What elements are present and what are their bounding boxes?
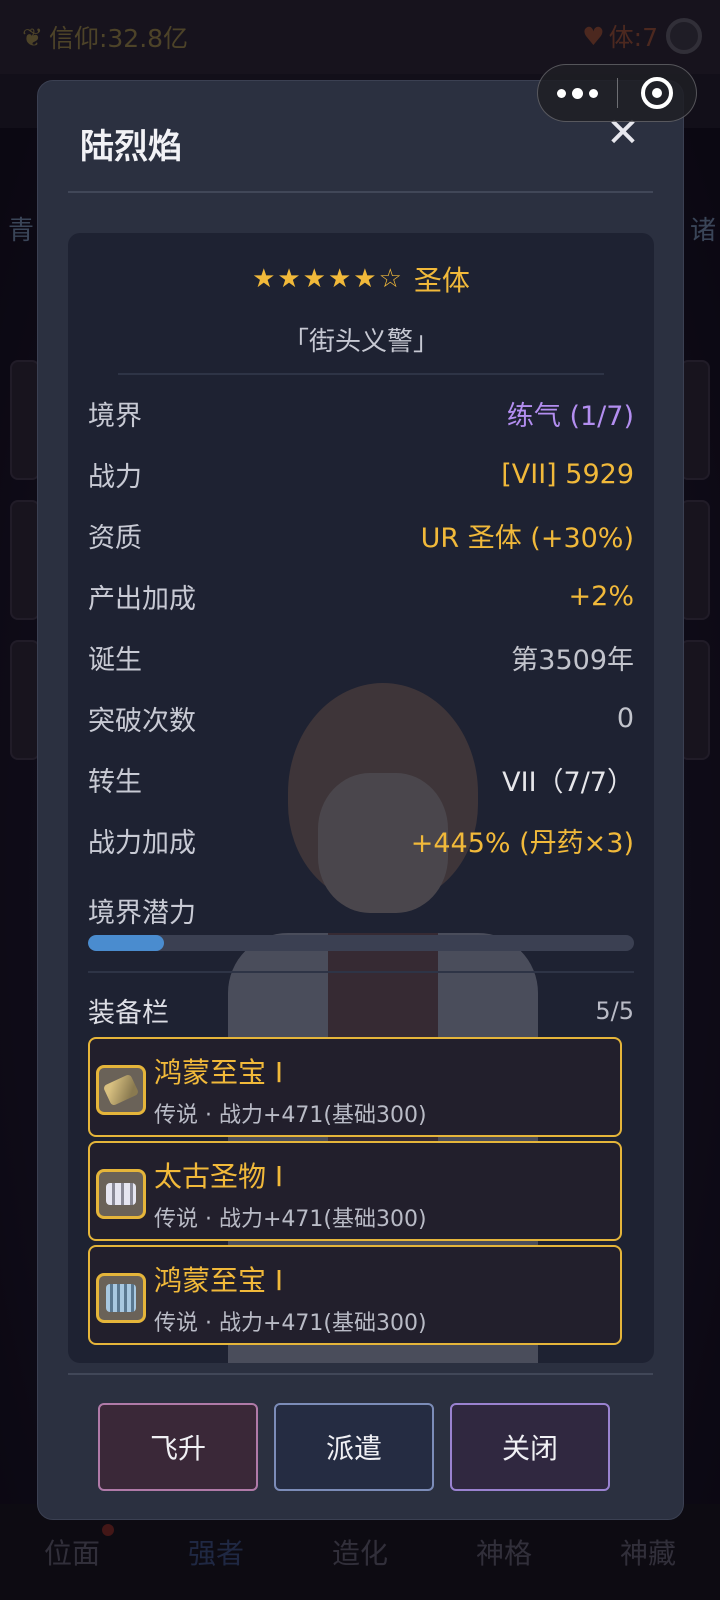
more-dots-icon[interactable] — [538, 65, 617, 121]
character-info-card: ★★★★★☆ 圣体 「街头义警」 境界 练气 (1/7) 战力 [VII] 59… — [68, 233, 654, 1363]
equipment-desc: 传说 · 战力+471(基础300) — [154, 1207, 427, 1232]
miniprogram-capsule — [537, 64, 697, 122]
feather-icon — [96, 1065, 146, 1115]
divider — [68, 191, 653, 193]
stat-value: 第3509年 — [511, 644, 634, 676]
stat-reincarnation: 转生 VII（7/7） — [88, 759, 634, 799]
stat-value: 0 — [616, 702, 634, 734]
equipment-title: 装备栏 — [88, 998, 169, 1029]
epithet: 「街头义警」 — [282, 327, 439, 357]
equipment-name: 太古圣物 I — [154, 1160, 284, 1193]
equipment-name: 鸿蒙至宝 I — [154, 1056, 284, 1089]
stat-realm: 境界 练气 (1/7) — [88, 393, 634, 433]
stat-power: 战力 [VII] 5929 — [88, 454, 634, 494]
stat-value: +445% (丹药×3) — [410, 827, 634, 859]
divider — [118, 373, 604, 375]
star-rating-icon: ★★★★★☆ — [252, 264, 404, 294]
stat-key: 资质 — [88, 522, 142, 554]
stat-key: 境界 — [88, 400, 142, 432]
equipment-desc: 传说 · 战力+471(基础300) — [154, 1103, 427, 1128]
scroll-icon — [96, 1273, 146, 1323]
potential-label: 境界潜力 — [88, 898, 196, 929]
equipment-header: 装备栏 5/5 — [88, 991, 634, 1030]
potential-progress-bar — [88, 935, 634, 951]
ascend-button[interactable]: 飞升 — [98, 1403, 258, 1491]
close-button[interactable]: 关闭 — [450, 1403, 610, 1491]
equipment-name: 鸿蒙至宝 I — [154, 1264, 284, 1297]
dispatch-button[interactable]: 派遣 — [274, 1403, 434, 1491]
equipment-slot[interactable]: 鸿蒙至宝 I 传说 · 战力+471(基础300) — [88, 1037, 622, 1137]
equipment-slot[interactable]: 太古圣物 I 传说 · 战力+471(基础300) — [88, 1141, 622, 1241]
stat-key: 战力加成 — [88, 827, 196, 859]
target-close-icon[interactable] — [618, 65, 697, 121]
stat-value: 练气 (1/7) — [506, 400, 634, 432]
gem-cluster-icon — [96, 1169, 146, 1219]
stat-value: +2% — [568, 580, 634, 612]
stat-key: 转生 — [88, 766, 142, 798]
divider — [88, 971, 634, 973]
stat-value: UR 圣体 (+30%) — [420, 522, 634, 554]
equipment-slot[interactable]: 鸿蒙至宝 I 传说 · 战力+471(基础300) — [88, 1245, 622, 1345]
stat-key: 诞生 — [88, 644, 142, 676]
stat-output-bonus: 产出加成 +2% — [88, 576, 634, 616]
stat-key: 产出加成 — [88, 583, 196, 615]
modal-title: 陆烈焰 — [80, 127, 182, 167]
character-detail-modal: 陆烈焰 ✕ ★★★★★☆ 圣体 「街头义警」 境界 练气 (1/7) 战力 [V… — [37, 80, 684, 1520]
divider — [68, 1373, 653, 1375]
stat-aptitude: 资质 UR 圣体 (+30%) — [88, 515, 634, 555]
stat-key: 战力 — [88, 461, 142, 493]
grade-label: 圣体 — [413, 264, 470, 297]
stat-key: 突破次数 — [88, 705, 196, 737]
stat-breakthroughs: 突破次数 0 — [88, 698, 634, 738]
stat-value: [VII] 5929 — [501, 458, 634, 490]
progress-fill — [88, 935, 165, 951]
equipment-count: 5/5 — [595, 996, 634, 1025]
stat-power-bonus: 战力加成 +445% (丹药×3) — [88, 820, 634, 860]
rarity-row: ★★★★★☆ 圣体 — [68, 259, 654, 299]
stat-value: VII（7/7） — [502, 766, 634, 798]
stat-birth: 诞生 第3509年 — [88, 637, 634, 677]
equipment-desc: 传说 · 战力+471(基础300) — [154, 1311, 427, 1336]
